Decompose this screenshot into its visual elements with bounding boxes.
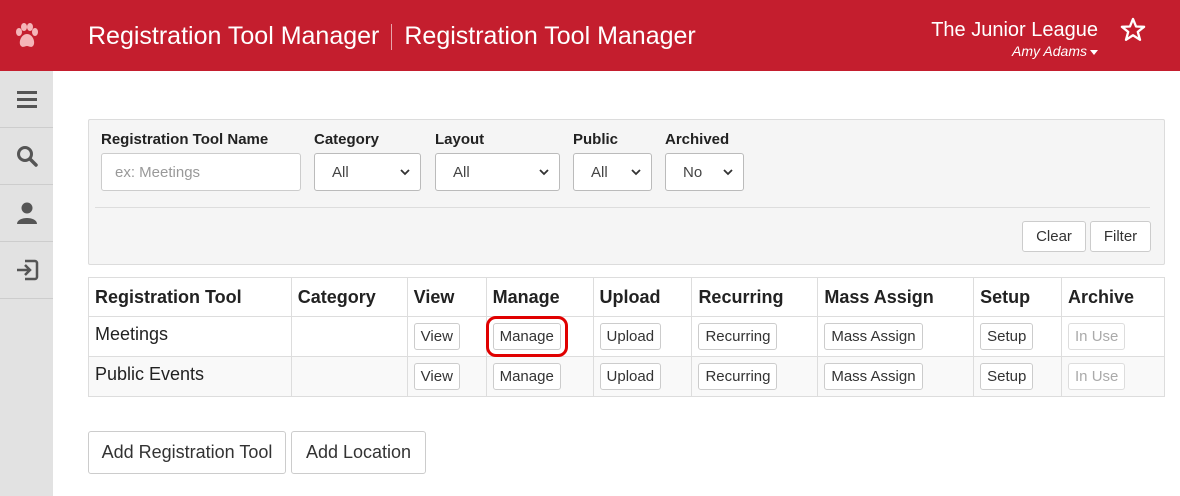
org-name: The Junior League: [931, 19, 1098, 41]
setup-button[interactable]: Setup: [980, 323, 1034, 350]
page-title: Registration Tool Manager Registration T…: [88, 22, 696, 51]
page-title-secondary: Registration Tool Manager: [404, 22, 696, 50]
chevron-down-icon: [631, 169, 641, 176]
column-header: Manage: [485, 277, 594, 317]
user-icon[interactable]: [0, 185, 53, 242]
column-header: Setup: [973, 277, 1063, 317]
tool-category: [290, 356, 408, 397]
filter-panel: Registration Tool Name ex: Meetings Cate…: [88, 119, 1165, 265]
chevron-down-icon: [400, 169, 410, 176]
registration-tools-table: Registration Tool Category View Manage U…: [88, 277, 1165, 397]
category-filter: Category All: [314, 131, 421, 191]
view-cell: View: [406, 356, 487, 397]
recurring-cell: Recurring: [691, 316, 819, 357]
tool-category: [290, 316, 408, 357]
sidebar: [0, 71, 53, 496]
archived-filter-label: Archived: [665, 131, 730, 148]
title-divider: [391, 23, 393, 50]
in-use-button: In Use: [1068, 323, 1126, 350]
name-filter-placeholder: ex: Meetings: [115, 163, 201, 181]
category-select[interactable]: All: [314, 153, 421, 191]
mass-assign-button[interactable]: Mass Assign: [824, 363, 923, 390]
archive-cell: In Use: [1061, 316, 1165, 357]
archive-cell: In Use: [1061, 356, 1165, 397]
setup-cell: Setup: [973, 356, 1063, 397]
category-filter-label: Category: [314, 131, 380, 148]
clear-button[interactable]: Clear: [1022, 221, 1086, 252]
archived-filter: Archived No: [665, 131, 744, 191]
view-cell: View: [406, 316, 487, 357]
user-name: Amy Adams: [1012, 43, 1087, 59]
add-registration-tool-button[interactable]: Add Registration Tool: [88, 431, 286, 474]
manage-cell: Manage: [485, 316, 594, 357]
sign-in-icon[interactable]: [0, 242, 53, 299]
account-menu[interactable]: The Junior League Amy Adams: [931, 18, 1098, 60]
table-row: Public Events View Manage Upload Recurri…: [88, 356, 1165, 397]
add-location-button[interactable]: Add Location: [291, 431, 426, 474]
setup-cell: Setup: [973, 316, 1063, 357]
tool-name: Public Events: [88, 356, 292, 397]
upload-cell: Upload: [592, 356, 693, 397]
recurring-cell: Recurring: [691, 356, 819, 397]
name-filter: Registration Tool Name ex: Meetings: [101, 131, 301, 191]
layout-select-value: All: [453, 163, 470, 181]
manage-button[interactable]: Manage: [485, 316, 568, 357]
column-header: Category: [290, 277, 408, 317]
manage-cell: Manage: [485, 356, 594, 397]
chevron-down-icon: [539, 169, 549, 176]
layout-select[interactable]: All: [435, 153, 560, 191]
view-button[interactable]: View: [413, 363, 460, 390]
column-header: Registration Tool: [88, 277, 292, 317]
archived-select[interactable]: No: [665, 153, 744, 191]
setup-button[interactable]: Setup: [980, 363, 1034, 390]
menu-icon[interactable]: [0, 71, 53, 128]
mass-assign-cell: Mass Assign: [817, 356, 975, 397]
mass-assign-cell: Mass Assign: [817, 316, 975, 357]
column-header: Mass Assign: [817, 277, 975, 317]
column-header: Recurring: [691, 277, 819, 317]
filter-divider: [95, 207, 1150, 208]
paw-icon[interactable]: [0, 0, 53, 71]
recurring-button[interactable]: Recurring: [698, 323, 778, 350]
top-bar: Registration Tool Manager Registration T…: [0, 0, 1180, 71]
public-select-value: All: [591, 163, 608, 181]
chevron-down-icon: [723, 169, 733, 176]
search-icon[interactable]: [0, 128, 53, 185]
table-row: Meetings View Manage Upload Recurring Ma…: [88, 316, 1165, 357]
page-title-primary: Registration Tool Manager: [88, 22, 380, 50]
public-select[interactable]: All: [573, 153, 652, 191]
name-filter-label: Registration Tool Name: [101, 131, 269, 148]
category-select-value: All: [332, 163, 349, 181]
layout-filter: Layout All: [435, 131, 560, 191]
user-menu[interactable]: Amy Adams: [931, 42, 1098, 60]
in-use-button: In Use: [1068, 363, 1126, 390]
caret-down-icon: [1090, 49, 1098, 55]
manage-button[interactable]: Manage: [492, 363, 561, 390]
recurring-button[interactable]: Recurring: [698, 363, 778, 390]
star-icon[interactable]: [1119, 16, 1147, 44]
name-filter-input[interactable]: ex: Meetings: [101, 153, 301, 191]
public-filter-label: Public: [573, 131, 619, 148]
view-button[interactable]: View: [413, 323, 460, 350]
upload-button[interactable]: Upload: [599, 323, 662, 350]
column-header: View: [406, 277, 487, 317]
layout-filter-label: Layout: [435, 131, 485, 148]
mass-assign-button[interactable]: Mass Assign: [824, 323, 923, 350]
public-filter: Public All: [573, 131, 652, 191]
table-header-row: Registration Tool Category View Manage U…: [88, 277, 1165, 317]
archived-select-value: No: [683, 163, 703, 181]
tool-name: Meetings: [88, 316, 292, 357]
upload-button[interactable]: Upload: [599, 363, 662, 390]
filter-button[interactable]: Filter: [1090, 221, 1151, 252]
upload-cell: Upload: [592, 316, 693, 357]
column-header: Upload: [592, 277, 693, 317]
column-header: Archive: [1061, 277, 1165, 317]
